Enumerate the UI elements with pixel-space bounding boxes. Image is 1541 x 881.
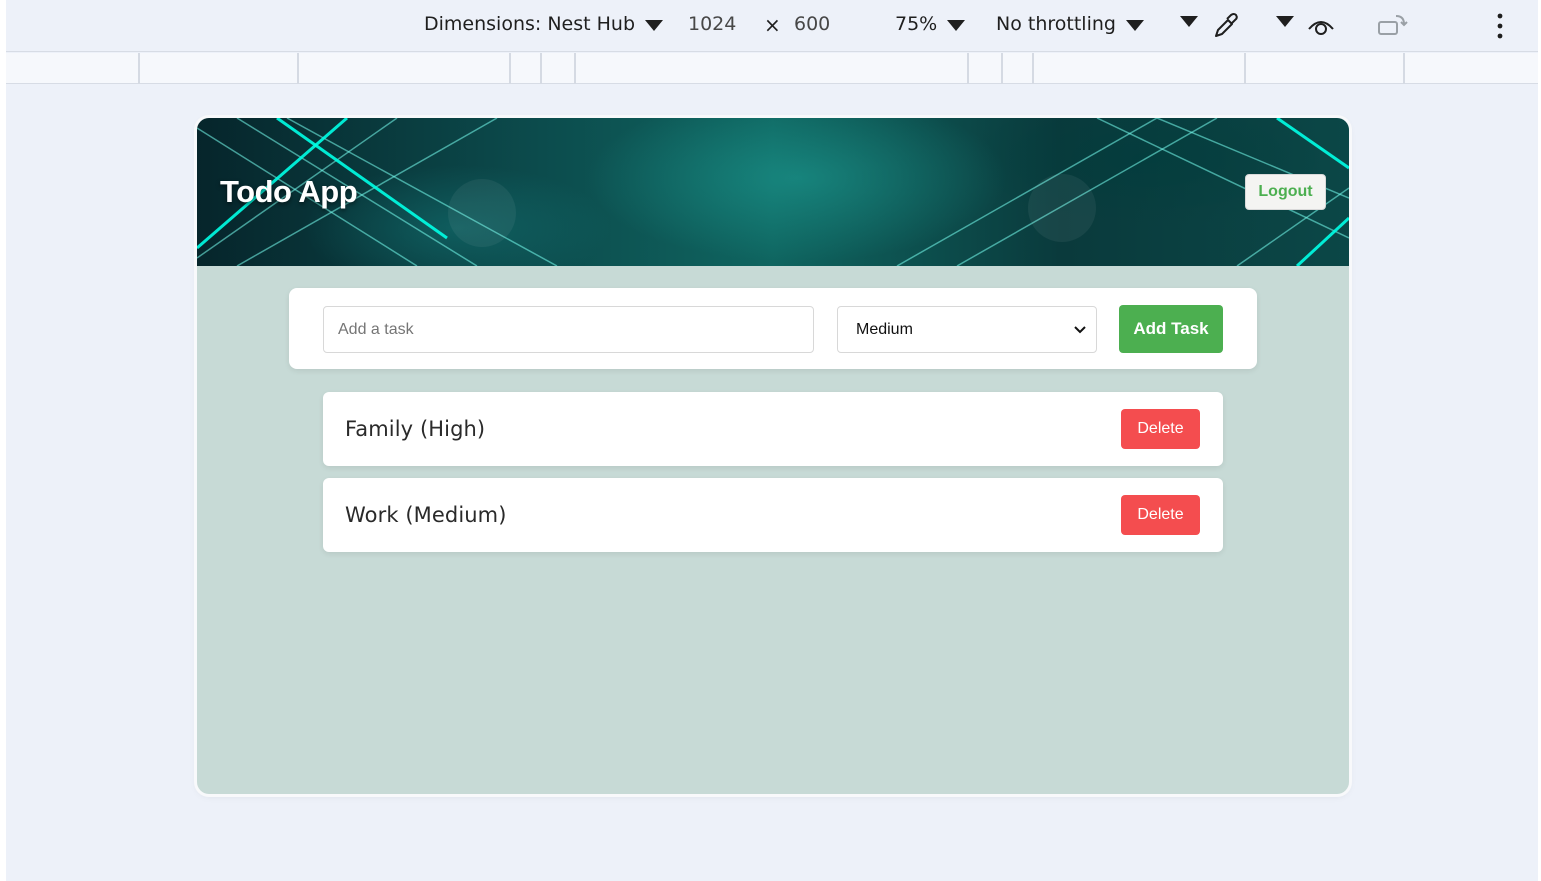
- chevron-down-icon: [645, 20, 664, 31]
- eyedropper-menu[interactable]: [1170, 13, 1198, 27]
- left-gutter: [0, 0, 6, 881]
- task-label: Work (Medium): [345, 503, 507, 527]
- throttling-label: No throttling: [996, 13, 1116, 35]
- device-toolbar: Dimensions: Nest Hub 1024 × 600 75% No t…: [6, 0, 1538, 52]
- app-viewport: Todo App Logout Medium Add Task Family (…: [197, 118, 1349, 794]
- ruler-tick[interactable]: [138, 53, 140, 84]
- chevron-down-icon: [1276, 16, 1294, 27]
- vision-menu[interactable]: [1266, 13, 1294, 27]
- priority-selected-value: Medium: [856, 320, 913, 338]
- dimensions-dropdown[interactable]: Dimensions: Nest Hub: [424, 13, 664, 35]
- eye-icon[interactable]: [1306, 13, 1336, 39]
- ruler-tick[interactable]: [1403, 53, 1405, 84]
- width-field[interactable]: 1024: [688, 13, 736, 35]
- height-field[interactable]: 600: [794, 13, 830, 35]
- add-task-form: Medium Add Task: [289, 288, 1257, 369]
- task-item: Family (High) Delete: [323, 392, 1223, 466]
- banner-decoration: [197, 118, 1349, 266]
- zoom-value: 75%: [895, 13, 938, 35]
- delete-button[interactable]: Delete: [1121, 495, 1200, 535]
- ruler-tick[interactable]: [1244, 53, 1246, 84]
- times-sign: ×: [764, 13, 781, 37]
- ruler-tick[interactable]: [1001, 53, 1003, 84]
- delete-button[interactable]: Delete: [1121, 409, 1200, 449]
- ruler-tick[interactable]: [297, 53, 299, 84]
- header-banner: Todo App Logout: [197, 118, 1349, 266]
- ruler-tick[interactable]: [574, 53, 576, 84]
- more-vert-icon[interactable]: [1491, 12, 1509, 40]
- ruler-tick[interactable]: [509, 53, 511, 84]
- chevron-down-icon: [947, 20, 966, 31]
- eyedropper-icon[interactable]: [1210, 10, 1240, 40]
- add-task-button[interactable]: Add Task: [1119, 305, 1223, 353]
- throttling-dropdown[interactable]: No throttling: [996, 13, 1144, 35]
- chevron-down-icon: [1125, 20, 1144, 31]
- rotate-icon[interactable]: [1376, 12, 1408, 40]
- chevron-down-icon: [1074, 326, 1086, 334]
- task-item: Work (Medium) Delete: [323, 478, 1223, 552]
- task-label: Family (High): [345, 417, 486, 441]
- ruler-tick[interactable]: [540, 53, 542, 84]
- priority-select[interactable]: Medium: [837, 306, 1097, 353]
- logout-button[interactable]: Logout: [1245, 174, 1326, 210]
- chevron-down-icon: [1180, 16, 1198, 27]
- width-value: 1024: [688, 13, 737, 35]
- task-input[interactable]: [323, 306, 814, 353]
- times-icon: ×: [764, 13, 781, 37]
- ruler-tick[interactable]: [1032, 53, 1034, 84]
- zoom-dropdown[interactable]: 75%: [895, 13, 966, 35]
- dimensions-label: Dimensions: Nest Hub: [424, 13, 636, 35]
- app-title: Todo App: [220, 174, 358, 209]
- ruler-tick[interactable]: [967, 53, 969, 84]
- media-query-ruler[interactable]: [6, 53, 1538, 84]
- height-value: 600: [794, 13, 831, 35]
